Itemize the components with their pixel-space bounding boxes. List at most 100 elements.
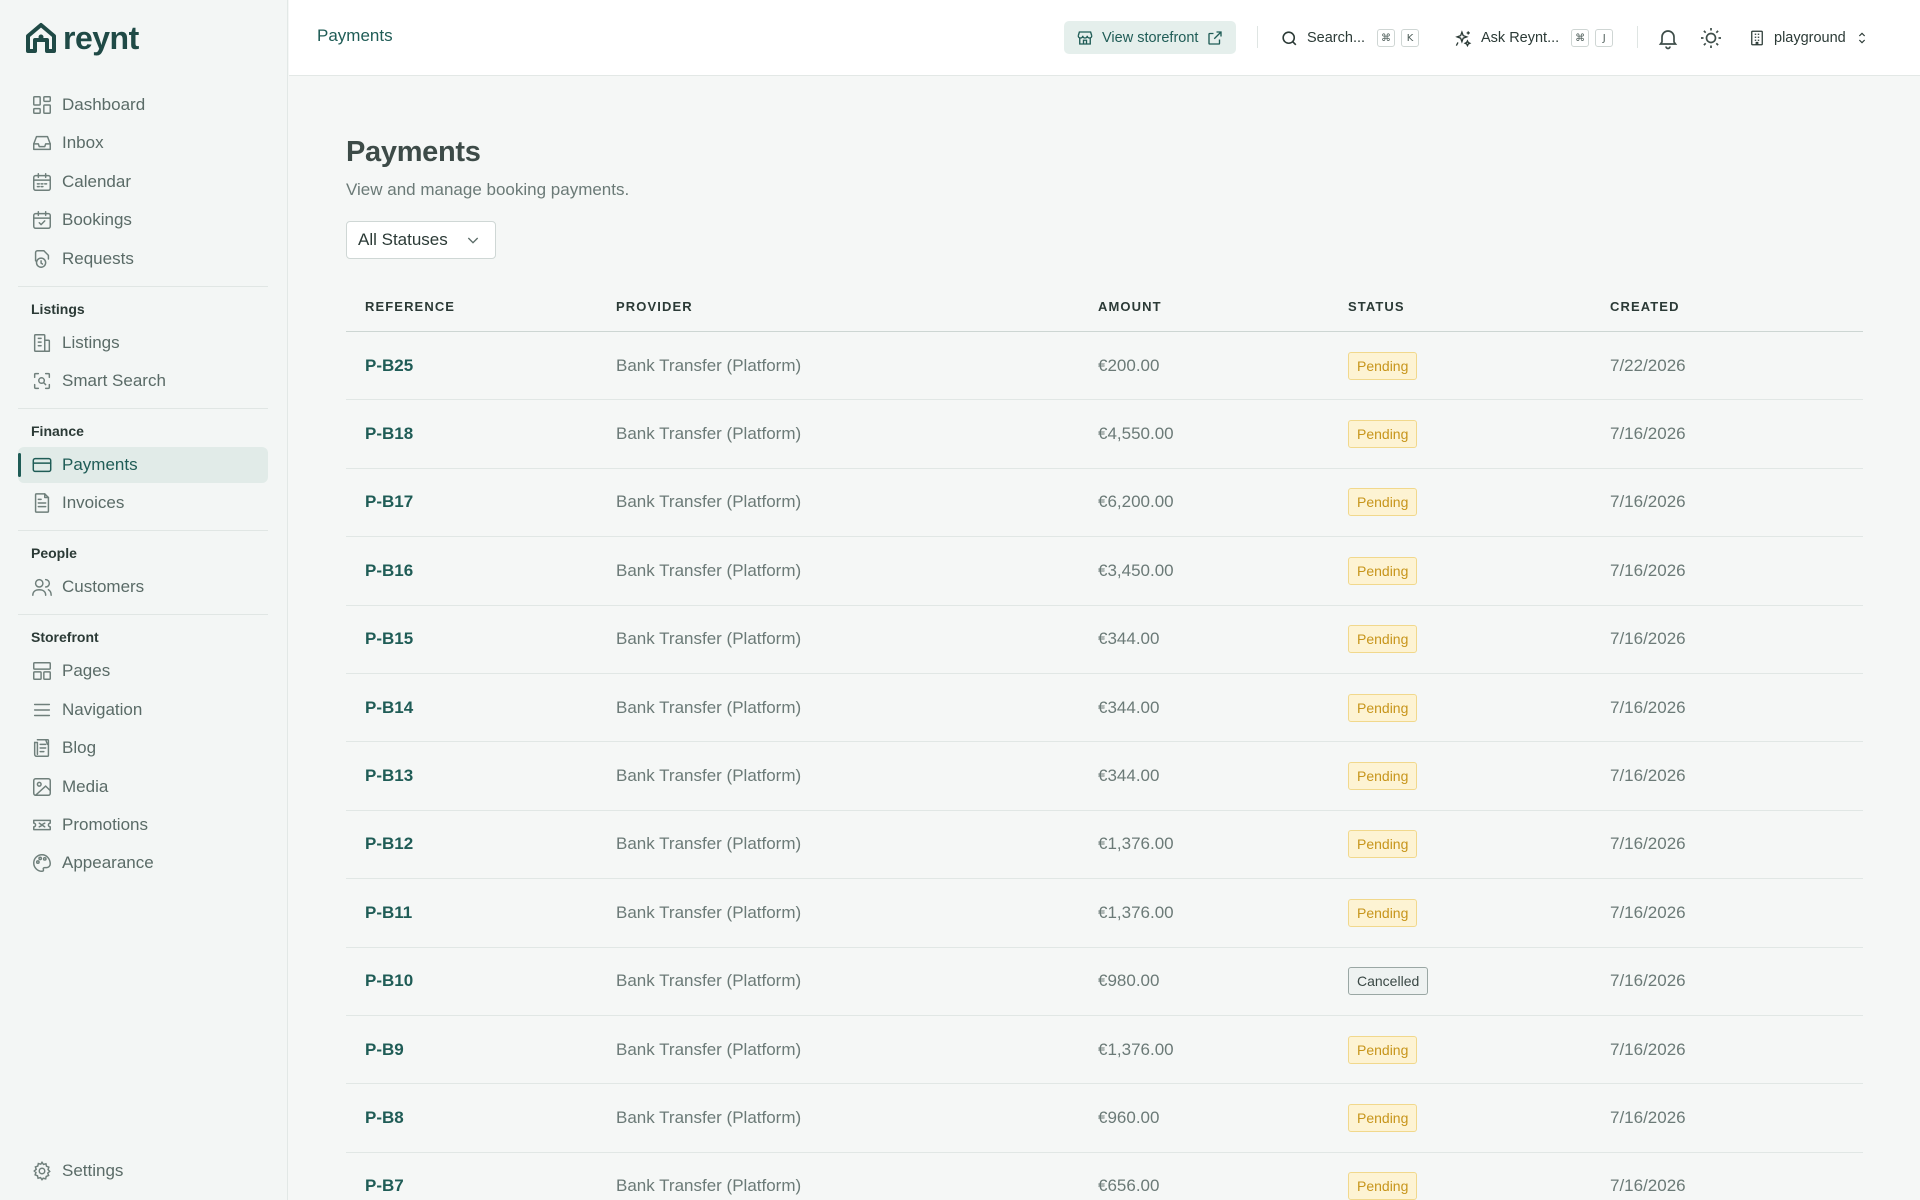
palette-icon: [33, 854, 51, 873]
amount-cell: €656.00: [1098, 1176, 1160, 1196]
column-header-reference[interactable]: REFERENCE: [346, 299, 616, 314]
provider-cell: Bank Transfer (Platform): [616, 355, 802, 375]
provider-cell: Bank Transfer (Platform): [616, 834, 802, 854]
sidebar-item-smart-search[interactable]: Smart Search: [18, 363, 268, 399]
payment-reference-link[interactable]: P-B17: [365, 492, 413, 511]
sidebar-item-customers[interactable]: Customers: [18, 569, 268, 605]
amount-cell: €344.00: [1098, 697, 1160, 717]
sidebar-item-dashboard[interactable]: Dashboard: [18, 87, 268, 123]
amount-cell: €4,550.00: [1098, 424, 1174, 444]
sidebar-item-requests[interactable]: Requests: [18, 241, 268, 277]
table-row[interactable]: P-B11 Bank Transfer (Platform) €1,376.00 Pe…: [346, 879, 1863, 948]
sidebar-item-label: Dashboard: [62, 95, 146, 114]
table-row[interactable]: P-B8 Bank Transfer (Platform) €960.00 Pendi…: [346, 1084, 1863, 1153]
created-date-cell: 7/16/2026: [1610, 560, 1686, 580]
page-subtitle: View and manage booking payments.: [346, 180, 630, 199]
sidebar-item-media[interactable]: Media: [18, 769, 268, 805]
sidebar-item-label: Bookings: [62, 210, 132, 230]
shortcut-key: K: [1401, 29, 1420, 47]
column-header-amount[interactable]: AMOUNT: [1098, 299, 1348, 314]
payment-reference-link[interactable]: P-B12: [365, 834, 413, 853]
invoice-icon: [34, 493, 50, 514]
notifications-button[interactable]: [1656, 26, 1680, 50]
provider-cell: Bank Transfer (Platform): [616, 697, 802, 717]
table-row[interactable]: P-B7 Bank Transfer (Platform) €656.00 Pendi…: [346, 1153, 1863, 1200]
sidebar-section-heading: Storefront: [31, 629, 99, 646]
created-date-cell: 7/16/2026: [1610, 629, 1686, 649]
column-header-created[interactable]: CREATED: [1610, 299, 1863, 314]
table-row[interactable]: P-B12 Bank Transfer (Platform) €1,376.00 Pe…: [346, 811, 1863, 880]
status-badge: Pending: [1348, 1103, 1418, 1132]
view-storefront-button[interactable]: View storefront: [1064, 21, 1237, 54]
payment-reference-link[interactable]: P-B18: [365, 424, 413, 443]
table-row[interactable]: P-B13 Bank Transfer (Platform) €344.00 Pend…: [346, 742, 1863, 811]
blog-icon: [33, 739, 50, 758]
view-storefront-label: View storefront: [1102, 29, 1199, 46]
amount-cell: €1,376.00: [1098, 834, 1174, 854]
status-filter-value: All Statuses: [358, 230, 448, 249]
top-header: Payments View storefront Search... ⌘ K A…: [289, 0, 1920, 76]
sidebar-item-label: Appearance: [62, 853, 154, 873]
status-badge: Pending: [1348, 420, 1418, 449]
sidebar-item-bookings[interactable]: Bookings: [18, 202, 268, 238]
payment-reference-link[interactable]: P-B25: [365, 356, 413, 375]
sidebar-divider: [18, 407, 268, 409]
table-row[interactable]: P-B10 Bank Transfer (Platform) €980.00 Canc…: [346, 948, 1863, 1016]
column-header-status[interactable]: STATUS: [1348, 299, 1610, 314]
sidebar-item-blog[interactable]: Blog: [18, 730, 268, 766]
sidebar-item-promotions[interactable]: Promotions: [18, 807, 268, 843]
sidebar-item-inbox[interactable]: Inbox: [18, 125, 268, 161]
table-row[interactable]: P-B16 Bank Transfer (Platform) €3,450.00 Pe…: [346, 537, 1863, 606]
sidebar-item-appearance[interactable]: Appearance: [18, 845, 268, 881]
sidebar-item-payments[interactable]: Payments: [18, 446, 268, 483]
org-switcher[interactable]: playground: [1748, 24, 1870, 52]
amount-cell: €1,376.00: [1098, 1039, 1174, 1059]
created-date-cell: 7/16/2026: [1610, 1107, 1686, 1127]
provider-cell: Bank Transfer (Platform): [616, 971, 802, 991]
sidebar-item-calendar[interactable]: Calendar: [18, 164, 268, 200]
sidebar-item-label: Smart Search: [62, 370, 166, 390]
payment-reference-link[interactable]: P-B7: [365, 1176, 404, 1195]
created-date-cell: 7/16/2026: [1610, 766, 1686, 786]
search-button[interactable]: Search... ⌘ K: [1280, 24, 1420, 52]
table-row[interactable]: P-B25 Bank Transfer (Platform) €200.00 Pend…: [346, 332, 1863, 401]
table-row[interactable]: P-B17 Bank Transfer (Platform) €6,200.00 Pe…: [346, 469, 1863, 538]
payment-reference-link[interactable]: P-B15: [365, 629, 413, 648]
table-row[interactable]: P-B9 Bank Transfer (Platform) €1,376.00 Pen…: [346, 1016, 1863, 1085]
table-row[interactable]: P-B15 Bank Transfer (Platform) €344.00 Pend…: [346, 606, 1863, 674]
table-row[interactable]: P-B14 Bank Transfer (Platform) €344.00 Pend…: [346, 674, 1863, 743]
bell-icon: [1658, 30, 1678, 50]
breadcrumb-title: Payments: [317, 26, 393, 45]
building-icon: [33, 333, 51, 352]
payment-reference-link[interactable]: P-B9: [365, 1040, 404, 1059]
payment-reference-link[interactable]: P-B14: [365, 698, 413, 717]
gear-icon: [33, 1160, 51, 1181]
sidebar-item-invoices[interactable]: Invoices: [18, 485, 268, 521]
payment-reference-link[interactable]: P-B11: [365, 903, 412, 922]
sidebar-item-navigation[interactable]: Navigation: [18, 692, 268, 728]
menu-icon: [33, 703, 51, 716]
sidebar-item-listings[interactable]: Listings: [18, 325, 268, 361]
sidebar-section-heading: Listings: [31, 300, 85, 317]
payment-reference-link[interactable]: P-B16: [365, 561, 413, 580]
sidebar-item-label: Settings: [62, 1161, 124, 1180]
column-header-provider[interactable]: PROVIDER: [616, 299, 1098, 314]
payment-reference-link[interactable]: P-B13: [365, 766, 413, 785]
table-row[interactable]: P-B18 Bank Transfer (Platform) €4,550.00 Pe…: [346, 400, 1863, 469]
sun-icon: [1701, 28, 1721, 48]
theme-toggle-button[interactable]: [1699, 26, 1723, 50]
sidebar-item-label: Blog: [62, 738, 97, 758]
calendar-check-icon: [33, 211, 51, 230]
sidebar-item-settings[interactable]: Settings: [18, 1153, 268, 1189]
app-logo[interactable]: reynt: [25, 20, 139, 56]
shortcut-key: ⌘: [1571, 29, 1590, 47]
status-filter-select[interactable]: All Statuses: [346, 221, 496, 259]
sidebar-item-pages[interactable]: Pages: [18, 653, 268, 689]
sidebar-item-label: Payments: [62, 454, 138, 474]
house-logo-icon: [26, 23, 56, 53]
created-date-cell: 7/16/2026: [1610, 1176, 1686, 1196]
payment-reference-link[interactable]: P-B8: [365, 1108, 404, 1127]
payment-reference-link[interactable]: P-B10: [365, 971, 413, 990]
provider-cell: Bank Transfer (Platform): [616, 629, 802, 649]
ask-ai-button[interactable]: Ask Reynt... ⌘ J: [1454, 24, 1614, 52]
